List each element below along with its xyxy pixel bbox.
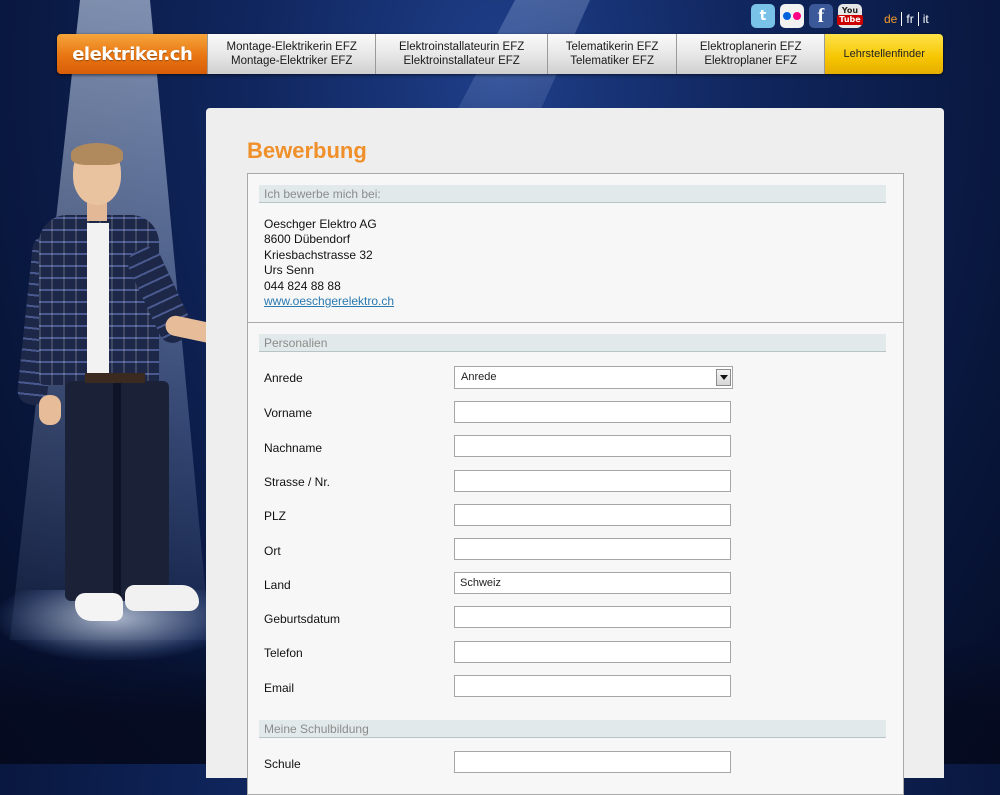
chevron-down-icon[interactable] <box>716 369 731 386</box>
nav-item-telematiker[interactable]: Telematikerin EFZ Telematiker EFZ <box>547 34 676 74</box>
nav-item-line2: Montage-Elektriker EFZ <box>230 55 353 67</box>
vorname-input[interactable] <box>454 401 731 423</box>
nav-item-elektroplaner[interactable]: Elektroplanerin EFZ Elektroplaner EFZ <box>675 34 825 74</box>
facebook-icon[interactable]: f <box>809 4 833 28</box>
flickr-dot-pink <box>793 12 801 20</box>
schule-input[interactable] <box>454 751 731 773</box>
strasse-input[interactable] <box>454 470 731 492</box>
ort-input[interactable] <box>454 538 731 560</box>
section-header-personalien: Personalien <box>259 334 886 352</box>
anrede-select[interactable]: Anrede <box>454 366 733 389</box>
flickr-icon[interactable] <box>780 4 804 28</box>
email-label: Email <box>264 681 295 695</box>
vorname-label: Vorname <box>264 406 313 420</box>
company-contact: Urs Senn <box>264 263 315 278</box>
section-divider <box>248 322 903 323</box>
land-input[interactable]: Schweiz <box>454 572 731 594</box>
nachname-input[interactable] <box>454 435 731 457</box>
youtube-you: You <box>841 6 859 15</box>
strasse-label: Strasse / Nr. <box>264 475 331 489</box>
lang-de[interactable]: de <box>884 12 901 26</box>
twitter-glyph: t <box>759 8 767 24</box>
nav-item-line2: Elektroinstallateur EFZ <box>403 55 520 67</box>
ort-label: Ort <box>264 544 281 558</box>
page-title: Bewerbung <box>247 138 367 163</box>
nav-item-line2: Elektroplaner EFZ <box>704 55 797 67</box>
twitter-icon[interactable]: t <box>751 4 775 28</box>
content-panel: Bewerbung Ich bewerbe mich bei: Oeschger… <box>206 108 944 795</box>
nav-item-line1: Elektroinstallateurin EFZ <box>398 41 525 53</box>
site-logo[interactable]: elektriker.ch <box>57 34 208 74</box>
lang-fr[interactable]: fr <box>902 12 917 26</box>
nav-lehrstellenfinder[interactable]: Lehrstellenfinder <box>824 34 943 74</box>
language-switcher: de fr it <box>884 12 933 26</box>
company-address: Oeschger Elektro AG 8600 Dübendorf Kries… <box>264 217 394 309</box>
facebook-glyph: f <box>817 4 825 27</box>
plz-input[interactable] <box>454 504 731 526</box>
geburtsdatum-input[interactable] <box>454 606 731 628</box>
section-header-apply: Ich bewerbe mich bei: <box>259 185 886 203</box>
telefon-label: Telefon <box>264 646 303 660</box>
application-form: Ich bewerbe mich bei: Oeschger Elektro A… <box>247 173 904 795</box>
main-nav: elektriker.ch Montage-Elektrikerin EFZ M… <box>57 34 943 74</box>
flickr-dot-blue <box>783 12 791 20</box>
company-name: Oeschger Elektro AG <box>264 217 377 231</box>
figure-shoe <box>125 585 199 611</box>
telefon-input[interactable] <box>454 641 731 663</box>
section-header-schulbildung: Meine Schulbildung <box>259 720 886 738</box>
nav-item-montage-elektriker[interactable]: Montage-Elektrikerin EFZ Montage-Elektri… <box>207 34 375 74</box>
figure-hair <box>71 143 123 165</box>
land-label: Land <box>264 578 291 592</box>
company-zip-city: 8600 Dübendorf <box>264 232 351 247</box>
figure-tshirt <box>87 223 109 373</box>
email-input[interactable] <box>454 675 731 697</box>
nav-item-line1: Montage-Elektrikerin EFZ <box>226 41 357 53</box>
lang-it[interactable]: it <box>919 12 933 26</box>
nav-item-line2: Telematiker EFZ <box>570 55 654 67</box>
figure-jeans <box>65 381 169 601</box>
social-links: t f You Tube <box>751 4 863 28</box>
nav-item-line1: Elektroplanerin EFZ <box>699 41 802 53</box>
anrede-label: Anrede <box>264 371 303 385</box>
company-website-link[interactable]: www.oeschgerelektro.ch <box>264 294 394 308</box>
nachname-label: Nachname <box>264 441 323 455</box>
figure-left-hand <box>39 395 61 425</box>
company-street: Kriesbachstrasse 32 <box>264 247 373 262</box>
geburtsdatum-label: Geburtsdatum <box>264 612 341 626</box>
nav-item-line1: Telematikerin EFZ <box>565 41 659 53</box>
youtube-icon[interactable]: You Tube <box>837 4 863 28</box>
figure-belt <box>85 373 145 383</box>
anrede-selected-value: Anrede <box>461 371 497 383</box>
nav-item-elektroinstallateur[interactable]: Elektroinstallateurin EFZ Elektroinstall… <box>374 34 548 74</box>
youtube-tube: Tube <box>837 15 863 25</box>
plz-label: PLZ <box>264 509 287 523</box>
figure-shoe <box>75 593 123 621</box>
schule-label: Schule <box>264 757 301 771</box>
company-phone: 044 824 88 88 <box>264 278 341 293</box>
